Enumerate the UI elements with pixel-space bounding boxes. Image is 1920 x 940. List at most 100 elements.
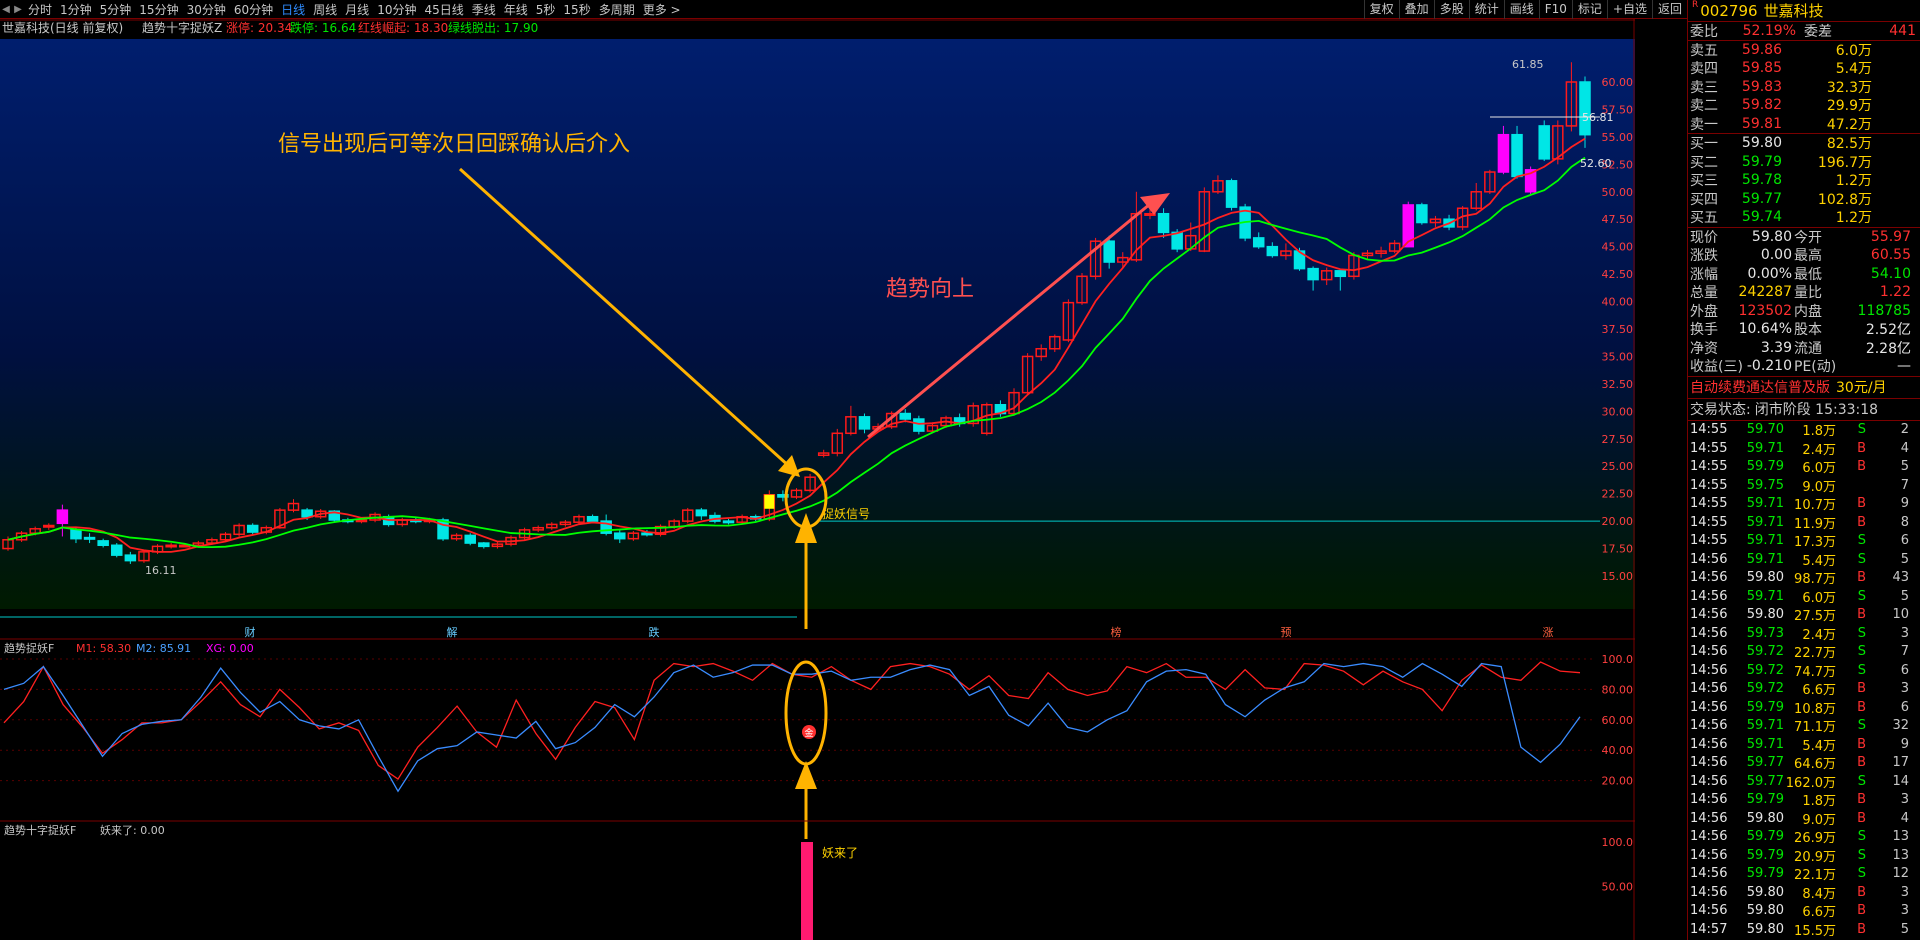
- next-icon[interactable]: ▶: [12, 4, 24, 15]
- period-tab-8[interactable]: 月线: [341, 1, 373, 18]
- ind1-title: 趋势捉妖F: [4, 641, 54, 655]
- stat-cell: —: [1897, 358, 1911, 375]
- asks-level-3[interactable]: 卖二 59.82 29.9万: [1688, 96, 1920, 115]
- chart-area[interactable]: 世嘉科技(日线 前复权) 趋势十字捉妖Z 涨停: 20.34 跌停: 16.64 红线崛…: [0, 19, 1635, 940]
- tool-button-4[interactable]: 画线: [1503, 0, 1539, 19]
- ad-price[interactable]: 30元/月: [1836, 377, 1887, 397]
- trade-cell: 59.79: [1746, 792, 1784, 808]
- trade-cell: 6: [1900, 533, 1909, 549]
- trade-cell: B: [1857, 884, 1866, 900]
- trade-row: 14:56 59.79 22.1万 S 12: [1688, 865, 1920, 883]
- tool-button-5[interactable]: F10: [1538, 0, 1572, 19]
- stat-cell: 54.10: [1870, 265, 1911, 282]
- trade-cell: 12: [1892, 866, 1909, 882]
- stat-cell: 外盘: [1690, 303, 1718, 320]
- trade-cell: B: [1857, 459, 1866, 475]
- asks-level-1[interactable]: 卖四 59.85 5.4万: [1688, 59, 1920, 78]
- trade-cell: 20.9万: [1794, 849, 1836, 865]
- trade-cell: 22.7万: [1794, 646, 1836, 662]
- trade-row: 14:55 59.70 1.8万 S 2: [1688, 421, 1920, 439]
- trade-cell: 59.80: [1746, 570, 1784, 586]
- tool-button-0[interactable]: 复权: [1363, 0, 1399, 19]
- stat-row: 涨跌 0.00 最高 60.55: [1688, 246, 1920, 265]
- indicator-name: 趋势十字捉妖Z: [142, 20, 222, 35]
- stat-cell: 收益(三): [1690, 359, 1743, 376]
- period-tab-16[interactable]: 更多 >: [639, 1, 685, 18]
- candle-body: [1538, 125, 1550, 160]
- trade-row: 14:56 59.71 71.1万 S 32: [1688, 717, 1920, 735]
- period-tab-7[interactable]: 周线: [309, 1, 341, 18]
- trade-row: 14:56 59.79 10.8万 B 6: [1688, 698, 1920, 717]
- period-tab-11[interactable]: 季线: [468, 1, 500, 18]
- trade-cell: 59.80: [1746, 607, 1784, 623]
- trade-cell: S: [1857, 866, 1866, 882]
- stat-cell: 1.22: [1879, 284, 1911, 301]
- candle-body: [165, 544, 177, 548]
- trade-cell: 14:56: [1690, 718, 1728, 734]
- period-tab-13[interactable]: 5秒: [532, 1, 560, 18]
- prev-icon[interactable]: ◀: [0, 4, 12, 15]
- tool-button-7[interactable]: +自选: [1606, 0, 1652, 19]
- tool-button-6[interactable]: 标记: [1571, 0, 1607, 19]
- trade-cell: 5: [1900, 551, 1909, 567]
- price-axis-label: 55.00: [1602, 131, 1634, 144]
- trade-cell: 7: [1900, 477, 1909, 493]
- trade-cell: B: [1857, 792, 1866, 808]
- bids-label: 买四: [1690, 191, 1718, 208]
- candle-body: [1103, 240, 1115, 263]
- trade-row: 14:56 59.80 8.4万 B 3: [1688, 883, 1920, 902]
- period-tab-9[interactable]: 10分钟: [373, 1, 420, 18]
- stat-cell: 0.00%: [1747, 265, 1792, 282]
- period-tab-5[interactable]: 60分钟: [230, 1, 277, 18]
- ad-text[interactable]: 自动续费通达信普及版: [1690, 377, 1830, 397]
- candle-body: [478, 542, 490, 548]
- trade-cell: 5: [1900, 921, 1909, 937]
- ad-banner[interactable]: 自动续费通达信普及版 30元/月: [1688, 377, 1920, 399]
- asks-level-2[interactable]: 卖三 59.83 32.3万: [1688, 78, 1920, 97]
- period-tab-4[interactable]: 30分钟: [183, 1, 230, 18]
- trade-cell: 14:56: [1690, 681, 1728, 697]
- bids-level-3[interactable]: 买四 59.77 102.8万: [1688, 190, 1920, 209]
- trade-cell: 59.75: [1746, 477, 1784, 493]
- trade-row: 14:56 59.71 5.4万 B 9: [1688, 735, 1920, 754]
- period-tab-10[interactable]: 45日线: [420, 1, 467, 18]
- trade-cell: S: [1857, 588, 1866, 604]
- trade-cell: 59.72: [1746, 681, 1784, 697]
- stat-row: 净资 3.39 流通 2.28亿: [1688, 339, 1920, 358]
- bids-level-4[interactable]: 买五 59.74 1.2万: [1688, 208, 1920, 227]
- tool-button-1[interactable]: 叠加: [1398, 0, 1434, 19]
- asks-level-4[interactable]: 卖一 59.81 47.2万: [1688, 115, 1920, 134]
- diff-value: 441: [1889, 22, 1916, 39]
- chart-canvas[interactable]: 世嘉科技(日线 前复权) 趋势十字捉妖Z 涨停: 20.34跌停: 16.64 红线崛…: [0, 19, 1635, 940]
- period-tab-6[interactable]: 日线: [277, 1, 309, 18]
- period-tab-1[interactable]: 1分钟: [56, 1, 96, 18]
- period-tab-12[interactable]: 年线: [500, 1, 532, 18]
- period-tab-15[interactable]: 多周期: [595, 1, 639, 18]
- tool-button-2[interactable]: 多股: [1433, 0, 1469, 19]
- bids-price: 59.78: [1741, 172, 1782, 189]
- bids-level-2[interactable]: 买三 59.78 1.2万: [1688, 171, 1920, 190]
- trade-row: 14:56 59.79 20.9万 S 13: [1688, 846, 1920, 865]
- candle-body: [695, 509, 708, 517]
- trade-cell: 59.72: [1746, 662, 1784, 678]
- ind1-xg-label: XG: 0.00: [206, 642, 254, 655]
- trade-cell: 59.71: [1746, 514, 1784, 530]
- tool-button-3[interactable]: 统计: [1468, 0, 1504, 19]
- candle-body: [858, 416, 871, 430]
- tool-button-8[interactable]: 返回: [1651, 0, 1687, 19]
- period-tab-0[interactable]: 分时: [24, 1, 56, 18]
- period-tab-2[interactable]: 5分钟: [96, 1, 136, 18]
- bids-level-1[interactable]: 买二 59.79 196.7万: [1688, 153, 1920, 172]
- trade-cell: 43: [1892, 570, 1909, 586]
- asks-level-0[interactable]: 卖五 59.86 6.0万: [1688, 41, 1920, 60]
- bids-price: 59.80: [1741, 135, 1782, 152]
- trade-cell: 59.71: [1746, 496, 1784, 512]
- candle-body: [355, 519, 368, 523]
- bids-level-0[interactable]: 买一 59.80 82.5万: [1688, 134, 1920, 153]
- stat-cell: 涨跌: [1690, 248, 1718, 265]
- stat-row: 换手 10.64% 股本 2.52亿: [1688, 320, 1920, 339]
- event-marker: 财: [245, 625, 256, 639]
- period-tab-14[interactable]: 15秒: [559, 1, 594, 18]
- trade-cell: 14:55: [1690, 514, 1728, 530]
- period-tab-3[interactable]: 15分钟: [135, 1, 182, 18]
